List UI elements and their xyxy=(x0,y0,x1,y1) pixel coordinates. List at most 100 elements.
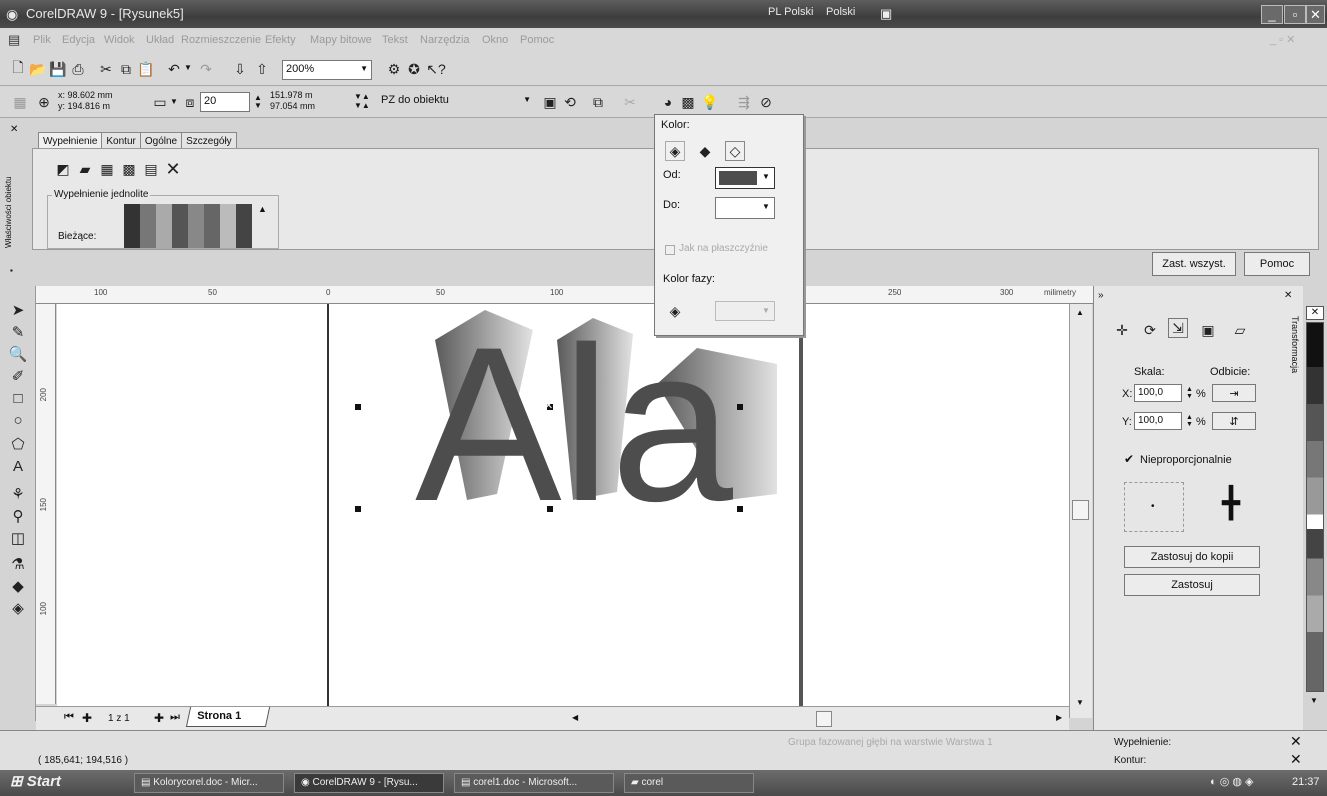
no-color-swatch[interactable]: ✕ xyxy=(1306,306,1324,320)
cut-icon[interactable]: ✂ xyxy=(96,59,116,79)
scroll-right-icon[interactable]: ▶ xyxy=(1056,713,1062,722)
anchor-grid[interactable]: • xyxy=(1124,482,1184,532)
interactive-tool-icon[interactable]: ⚘ xyxy=(8,484,28,504)
add-page-before-icon[interactable]: ✚ xyxy=(82,711,92,725)
fill-status-icon[interactable]: ✕ xyxy=(1290,733,1302,750)
scroll-down-icon[interactable]: ▼ xyxy=(1076,698,1084,707)
save-icon[interactable]: 💾 xyxy=(48,59,68,79)
application-launcher-icon[interactable]: ⚙ xyxy=(384,59,404,79)
undo-dropdown-icon[interactable]: ▼ xyxy=(184,63,192,72)
bevel-icon[interactable]: ▩ xyxy=(678,92,698,112)
selection-handle[interactable] xyxy=(547,506,553,512)
flat-checkbox[interactable] xyxy=(665,245,675,255)
mirror-vertical-button[interactable]: ⇵ xyxy=(1212,412,1256,430)
scale-icon[interactable]: ⇲ xyxy=(1168,318,1188,338)
docker-close-icon[interactable]: ✕ xyxy=(10,124,18,135)
last-page-icon[interactable]: ⏭ xyxy=(170,711,180,724)
extruded-text-object[interactable]: Ala xyxy=(357,304,797,534)
extrude-color-icon[interactable]: ◕ xyxy=(658,92,678,112)
docker-grip-icon[interactable]: ▪ xyxy=(10,266,13,275)
taskbar-item[interactable]: ▤ Kolorycorel.doc - Micr... xyxy=(134,773,284,793)
menu-edycja[interactable]: Edycja xyxy=(62,34,95,46)
maximize-button[interactable]: ▫ xyxy=(1284,5,1306,24)
selection-handle[interactable] xyxy=(355,506,361,512)
taskbar-item[interactable]: ▤ corel1.doc - Microsoft... xyxy=(454,773,614,793)
fountain-fill-icon[interactable]: ◩ xyxy=(53,159,73,179)
help-button[interactable]: Pomoc xyxy=(1244,252,1310,276)
import-icon[interactable]: ⇩ xyxy=(230,59,250,79)
ellipse-tool-icon[interactable]: ○ xyxy=(8,410,28,430)
doc-icon[interactable]: ▤ xyxy=(8,32,20,48)
menu-uklad[interactable]: Układ xyxy=(146,34,174,46)
scroll-left-icon[interactable]: ◀ xyxy=(572,713,578,722)
zoom-tool-icon[interactable]: 🔍 xyxy=(8,344,28,364)
palette-swatches[interactable] xyxy=(1306,322,1324,692)
fill-tool-icon[interactable]: ⚗ xyxy=(8,554,28,574)
vanishing-point-icon[interactable]: ⊕ xyxy=(34,92,54,112)
keyboard-layout[interactable]: Polski xyxy=(826,6,855,18)
texture-fill-icon[interactable]: ▩ xyxy=(119,159,139,179)
first-page-icon[interactable]: ⏮ xyxy=(64,711,74,724)
paste-icon[interactable]: 📋 xyxy=(136,59,156,79)
pattern-fill-icon[interactable]: ▦ xyxy=(97,159,117,179)
close-button[interactable]: ✕ xyxy=(1306,5,1325,24)
apply-to-duplicate-button[interactable]: Zastosuj do kopii xyxy=(1124,546,1260,568)
copy-icon[interactable]: ⧉ xyxy=(116,59,136,79)
interactive-fill-icon[interactable]: ◈ xyxy=(8,598,28,618)
bevel-color-picker[interactable]: ▼ xyxy=(715,301,775,321)
nonproportional-checkbox[interactable]: ✔ xyxy=(1124,452,1134,466)
position-readout[interactable]: x: 98.602 mm y: 194.816 m xyxy=(58,90,113,112)
center-marker-icon[interactable]: ✕ xyxy=(544,399,553,412)
menu-widok[interactable]: Widok xyxy=(104,34,135,46)
reset-all-button[interactable]: Zast. wszyst. xyxy=(1152,252,1236,276)
export-icon[interactable]: ⇧ xyxy=(252,59,272,79)
scale-x-field[interactable]: 100,0 xyxy=(1134,384,1182,402)
add-page-after-icon[interactable]: ✚ xyxy=(154,711,164,725)
vp-spinner-icon[interactable]: ▼▲ ▼▲ xyxy=(354,92,370,110)
scale-y-field[interactable]: 100,0 xyxy=(1134,412,1182,430)
help-icon[interactable]: ▣ xyxy=(880,6,892,22)
undo-icon[interactable]: ↶ xyxy=(164,59,184,79)
horizontal-ruler[interactable]: 100 50 0 50 100 250 300 milimetry xyxy=(36,286,1093,304)
doc-window-controls[interactable]: _ ▫ ✕ xyxy=(1270,33,1295,46)
taskbar-item-active[interactable]: ◉ CorelDRAW 9 - [Rysu... xyxy=(294,773,444,793)
minimize-button[interactable]: _ xyxy=(1261,5,1283,24)
menu-efekty[interactable]: Efekty xyxy=(265,34,296,46)
no-fill-icon[interactable]: ✕ xyxy=(163,159,183,179)
whats-this-icon[interactable]: ↖? xyxy=(426,59,446,79)
vanishing-point-coords[interactable]: 151.978 m 97.054 mm xyxy=(270,90,315,112)
scale-y-spinner-icon[interactable]: ▲ ▼ xyxy=(1186,414,1193,428)
drawing-canvas[interactable]: Ala ✕ xyxy=(57,304,1069,706)
color-swatch-grid[interactable] xyxy=(124,204,252,248)
scroll-up-icon[interactable]: ▲ xyxy=(1076,308,1084,317)
vanishing-point-lock-select[interactable]: PZ do obiektu ▼ xyxy=(378,92,534,112)
mirror-horizontal-button[interactable]: ⇥ xyxy=(1212,384,1256,402)
start-button[interactable]: ⊞ Start xyxy=(4,772,88,794)
bucket-tool-icon[interactable]: ◆ xyxy=(8,576,28,596)
depth-field[interactable]: 20 xyxy=(200,92,250,112)
depth-spinner-icon[interactable]: ▲ ▼ xyxy=(254,94,262,110)
zoom-select[interactable]: 200% ▼ xyxy=(282,60,372,80)
menu-pomoc[interactable]: Pomoc xyxy=(520,34,554,46)
extrude-type-dropdown-icon[interactable]: ▼ xyxy=(170,97,178,106)
outline-tool-icon[interactable]: ◫ xyxy=(8,528,28,548)
rotate-icon[interactable]: ⟳ xyxy=(1140,320,1160,340)
docker-side-tab[interactable]: Transformacja xyxy=(1284,316,1300,436)
lighting-icon[interactable]: 💡 xyxy=(700,92,720,112)
scale-x-spinner-icon[interactable]: ▲ ▼ xyxy=(1186,386,1193,400)
vertical-ruler[interactable]: 200 150 100 xyxy=(36,304,56,704)
vertical-scrollbar[interactable]: ▲ ▼ xyxy=(1069,304,1092,718)
eyedropper-tool-icon[interactable]: ⚲ xyxy=(8,506,28,526)
open-icon[interactable]: 📂 xyxy=(28,59,48,79)
corel-online-icon[interactable]: ✪ xyxy=(404,59,424,79)
skew-icon[interactable]: ▱ xyxy=(1230,320,1250,340)
vscroll-thumb[interactable] xyxy=(1072,500,1089,520)
text-tool-icon[interactable]: A xyxy=(8,456,28,476)
preset-icon[interactable]: ▦ xyxy=(10,92,30,112)
size-icon[interactable]: ▣ xyxy=(1198,320,1218,340)
to-color-picker[interactable]: ▼ xyxy=(715,197,775,219)
position-icon[interactable]: ✛ xyxy=(1112,320,1132,340)
new-icon[interactable]: 🗋 xyxy=(8,59,28,79)
menu-rozmieszczenie[interactable]: Rozmieszczenie xyxy=(181,34,261,46)
object-fill-icon[interactable]: ◈ xyxy=(665,141,685,161)
